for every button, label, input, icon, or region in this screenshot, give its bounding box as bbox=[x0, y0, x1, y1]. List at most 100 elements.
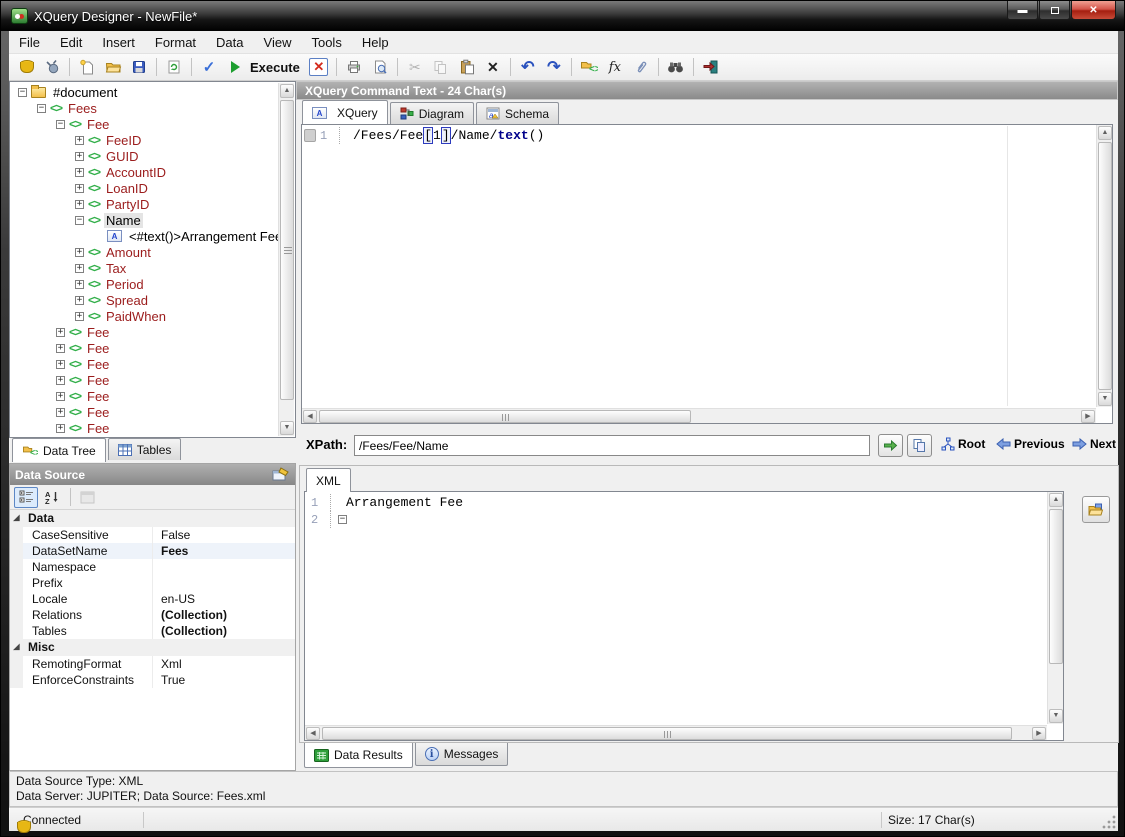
xpath-go-button[interactable] bbox=[878, 434, 903, 457]
tree-node[interactable]: −<>Fee bbox=[10, 116, 278, 132]
tab-xquery[interactable]: A XQuery bbox=[302, 100, 388, 124]
property-row[interactable]: Tables(Collection) bbox=[10, 623, 295, 639]
categorized-button[interactable] bbox=[14, 487, 38, 508]
tree-node-label[interactable]: <#text()>Arrangement Fee bbox=[127, 229, 284, 244]
function-button[interactable]: fx bbox=[603, 56, 627, 79]
menu-view[interactable]: View bbox=[254, 32, 302, 53]
tree-node-label[interactable]: Fee bbox=[85, 421, 111, 436]
open-result-file-button[interactable] bbox=[1082, 496, 1110, 523]
tree-node[interactable]: +<>PaidWhen bbox=[10, 308, 278, 324]
tree-node[interactable]: −<>Fees bbox=[10, 100, 278, 116]
menu-format[interactable]: Format bbox=[145, 32, 206, 53]
tree-node[interactable]: +<>Fee bbox=[10, 404, 278, 420]
tree-expander-icon[interactable]: + bbox=[75, 136, 84, 145]
tree-node-label[interactable]: Fee bbox=[85, 373, 111, 388]
xpath-copy-button[interactable] bbox=[907, 434, 932, 457]
tree-node[interactable]: +<>Fee bbox=[10, 356, 278, 372]
property-row[interactable]: CaseSensitiveFalse bbox=[10, 527, 295, 543]
tree-node-label[interactable]: Fees bbox=[66, 101, 99, 116]
tree-node[interactable]: A<#text()>Arrangement Fee bbox=[10, 228, 278, 244]
xpath-next-button[interactable]: Next bbox=[1072, 437, 1116, 451]
attach-button[interactable] bbox=[629, 56, 653, 79]
property-value[interactable]: (Collection) bbox=[153, 607, 295, 623]
category-collapse-icon[interactable]: ◢ bbox=[10, 510, 23, 527]
xquery-code-editor[interactable]: 1 /Fees/Fee[1]/Name/text() ▲ ▼ ◀ ▶ bbox=[301, 124, 1113, 424]
tree-node[interactable]: +<>AccountID bbox=[10, 164, 278, 180]
results-vscroll-down-button[interactable]: ▼ bbox=[1049, 709, 1063, 723]
tab-data-tree[interactable]: <> Data Tree bbox=[12, 438, 106, 462]
tree-expander-icon[interactable]: + bbox=[75, 264, 84, 273]
xml-tree-button[interactable]: <> bbox=[577, 56, 601, 79]
alphabetical-sort-button[interactable]: AZ bbox=[40, 487, 64, 508]
tree-node[interactable]: +<>Amount bbox=[10, 244, 278, 260]
exit-button[interactable] bbox=[699, 56, 723, 79]
delete-button[interactable]: ✕ bbox=[481, 56, 505, 79]
editor-vscroll-up-button[interactable]: ▲ bbox=[1098, 126, 1112, 140]
tree-expander-icon[interactable]: + bbox=[56, 360, 65, 369]
tree-scrollbar-thumb[interactable] bbox=[280, 100, 294, 400]
results-hscroll-left-button[interactable]: ◀ bbox=[306, 727, 320, 740]
results-vscrollbar[interactable]: ▲ ▼ bbox=[1047, 492, 1063, 724]
tree-node-label[interactable]: Fee bbox=[85, 117, 111, 132]
menu-insert[interactable]: Insert bbox=[92, 32, 145, 53]
tree-node-label[interactable]: Fee bbox=[85, 405, 111, 420]
tab-messages[interactable]: i Messages bbox=[415, 743, 509, 766]
tree-node[interactable]: +<>PartyID bbox=[10, 196, 278, 212]
results-hscroll-thumb[interactable] bbox=[322, 727, 1012, 740]
property-value[interactable]: (Collection) bbox=[153, 623, 295, 639]
tree-node-label[interactable]: Period bbox=[104, 277, 146, 292]
tree-node-label[interactable]: PartyID bbox=[104, 197, 151, 212]
tree-node-label[interactable]: GUID bbox=[104, 149, 141, 164]
tree-node-label[interactable]: Spread bbox=[104, 293, 150, 308]
property-value[interactable]: Fees bbox=[153, 543, 295, 559]
tree-expander-icon[interactable]: + bbox=[56, 344, 65, 353]
tree-node[interactable]: +<>GUID bbox=[10, 148, 278, 164]
connect-button[interactable] bbox=[40, 56, 64, 79]
resize-grip[interactable] bbox=[1102, 815, 1116, 829]
menu-data[interactable]: Data bbox=[206, 32, 253, 53]
tree-expander-icon[interactable]: + bbox=[75, 200, 84, 209]
execute-label[interactable]: Execute bbox=[250, 60, 300, 75]
cut-button[interactable]: ✂ bbox=[403, 56, 427, 79]
refresh-button[interactable] bbox=[162, 56, 186, 79]
print-preview-button[interactable] bbox=[368, 56, 392, 79]
tree-node[interactable]: +<>Fee bbox=[10, 420, 278, 436]
xpath-input[interactable] bbox=[354, 435, 870, 456]
tree-node-label[interactable]: LoanID bbox=[104, 181, 150, 196]
tree-node-label[interactable]: AccountID bbox=[104, 165, 168, 180]
tree-expander-icon[interactable]: − bbox=[75, 216, 84, 225]
results-hscroll-right-button[interactable]: ▶ bbox=[1032, 727, 1046, 740]
tree-expander-icon[interactable]: + bbox=[56, 376, 65, 385]
tree-node-label[interactable]: Fee bbox=[85, 357, 111, 372]
tree-scrollbar[interactable]: ▲ ▼ bbox=[278, 83, 294, 436]
tree-expander-icon[interactable]: + bbox=[75, 184, 84, 193]
execute-button[interactable] bbox=[223, 56, 247, 79]
tree-node-label[interactable]: Name bbox=[104, 213, 143, 228]
tree-expander-icon[interactable]: + bbox=[75, 280, 84, 289]
tree-scrollbar-down-button[interactable]: ▼ bbox=[280, 421, 294, 435]
property-value[interactable]: Xml bbox=[153, 656, 295, 672]
tree-node[interactable]: +<>Tax bbox=[10, 260, 278, 276]
editor-vscroll-down-button[interactable]: ▼ bbox=[1098, 392, 1112, 406]
tab-data-results[interactable]: Data Results bbox=[304, 743, 413, 768]
tree-expander-icon[interactable]: + bbox=[56, 424, 65, 433]
tree-node[interactable]: +<>Fee bbox=[10, 388, 278, 404]
stop-button[interactable]: ✕ bbox=[307, 56, 331, 79]
tree-node[interactable]: −#document bbox=[10, 84, 278, 100]
menu-help[interactable]: Help bbox=[352, 32, 399, 53]
tree-expander-icon[interactable]: + bbox=[56, 392, 65, 401]
property-row[interactable]: RemotingFormatXml bbox=[10, 656, 295, 672]
code-line[interactable]: /Fees/Fee[1]/Name/text() bbox=[345, 128, 544, 143]
results-vscroll-thumb[interactable] bbox=[1049, 509, 1063, 664]
properties-icon[interactable] bbox=[272, 467, 290, 482]
menu-file[interactable]: File bbox=[9, 32, 50, 53]
tree-node-label[interactable]: Fee bbox=[85, 341, 111, 356]
editor-hscrollbar[interactable]: ◀ ▶ bbox=[302, 408, 1096, 423]
tree-node-label[interactable]: Amount bbox=[104, 245, 153, 260]
close-button[interactable]: ✕ bbox=[1071, 1, 1116, 20]
tree-expander-icon[interactable]: + bbox=[75, 168, 84, 177]
property-category-row[interactable]: ◢Misc bbox=[10, 639, 295, 656]
tree-expander-icon[interactable]: + bbox=[56, 328, 65, 337]
editor-hscroll-left-button[interactable]: ◀ bbox=[303, 410, 317, 423]
tree-node[interactable]: −<>Name bbox=[10, 212, 278, 228]
